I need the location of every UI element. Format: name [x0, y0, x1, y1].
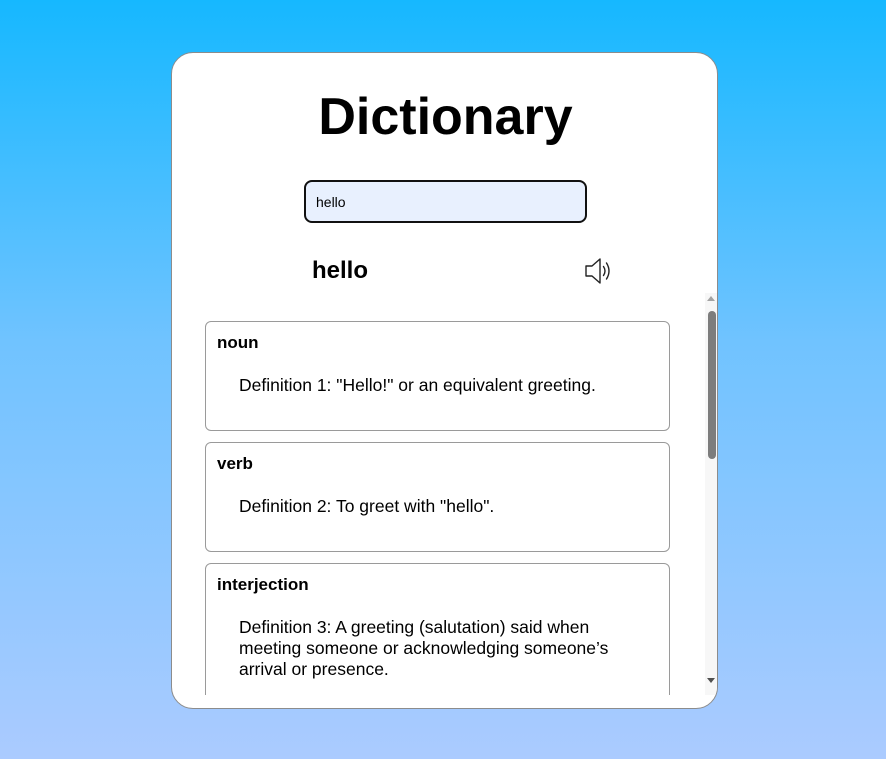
definition-text: Definition 3: A greeting (salutation) sa… [239, 617, 609, 679]
part-of-speech: verb [217, 454, 253, 473]
definition-text: Definition 1: "Hello!" or an equivalent … [239, 375, 596, 395]
meanings-list[interactable]: noun Definition 1: "Hello!" or an equiva… [172, 293, 717, 695]
meaning-card: noun Definition 1: "Hello!" or an equiva… [205, 321, 670, 431]
page-title: Dictionary [318, 88, 573, 146]
scroll-down-arrow-icon[interactable] [707, 678, 715, 683]
meaning-card: interjection Definition 3: A greeting (s… [205, 563, 670, 695]
result-word: hello [312, 257, 369, 284]
search-input[interactable] [304, 180, 587, 223]
meaning-card: verb Definition 2: To greet with "hello"… [205, 442, 670, 552]
part-of-speech: interjection [217, 575, 309, 594]
scrollbar[interactable] [705, 293, 717, 695]
definition-text: Definition 2: To greet with "hello". [239, 496, 495, 516]
play-audio-button[interactable] [583, 256, 615, 286]
scroll-up-arrow-icon[interactable] [707, 296, 715, 301]
speaker-icon [585, 258, 610, 284]
dictionary-card: Dictionary hello noun Definition 1: "Hel… [171, 52, 718, 709]
part-of-speech: noun [217, 333, 259, 352]
scroll-thumb[interactable] [708, 311, 716, 459]
